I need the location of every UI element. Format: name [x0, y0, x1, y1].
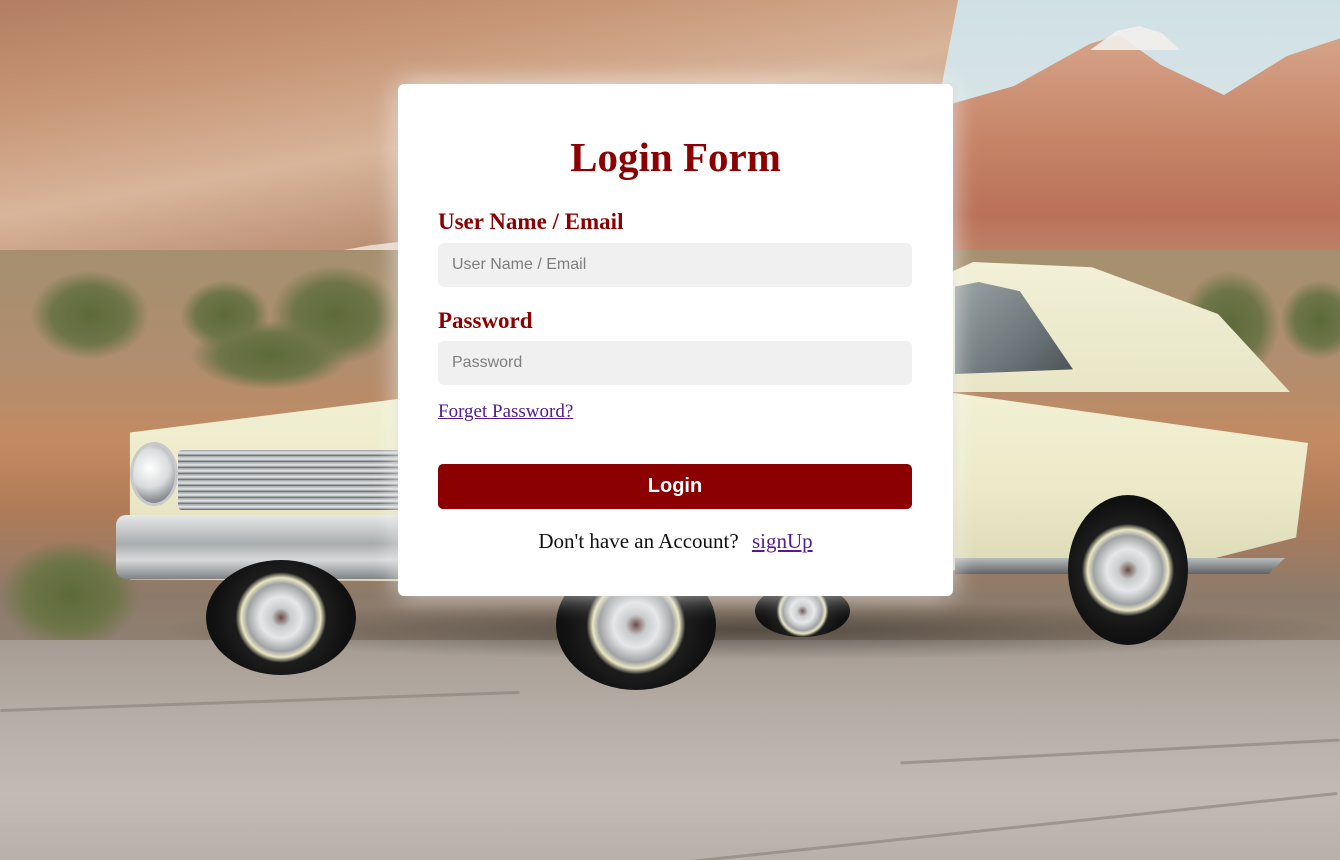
road-crack [0, 690, 520, 713]
password-input[interactable] [438, 341, 912, 385]
signup-prompt: Don't have an Account? [538, 529, 739, 553]
road-crack [900, 738, 1340, 765]
username-label: User Name / Email [438, 209, 624, 234]
login-button[interactable]: Login [438, 464, 912, 509]
login-card: Login Form User Name / Email Password Fo… [398, 84, 953, 596]
car-rear-wheel [1068, 495, 1188, 645]
road-crack [422, 791, 1338, 860]
car-grille [178, 450, 418, 510]
forgot-password-link[interactable]: Forget Password? [438, 400, 573, 424]
car-headlight [130, 442, 178, 506]
signup-row: Don't have an Account? signUp [398, 528, 953, 554]
password-label: Password [438, 308, 533, 333]
car-front-wheel [206, 560, 356, 675]
signup-link[interactable]: signUp [752, 529, 813, 553]
form-title: Login Form [570, 134, 781, 180]
desert-shrub [190, 320, 350, 390]
desert-shrub [30, 270, 150, 360]
username-input[interactable] [438, 243, 912, 287]
